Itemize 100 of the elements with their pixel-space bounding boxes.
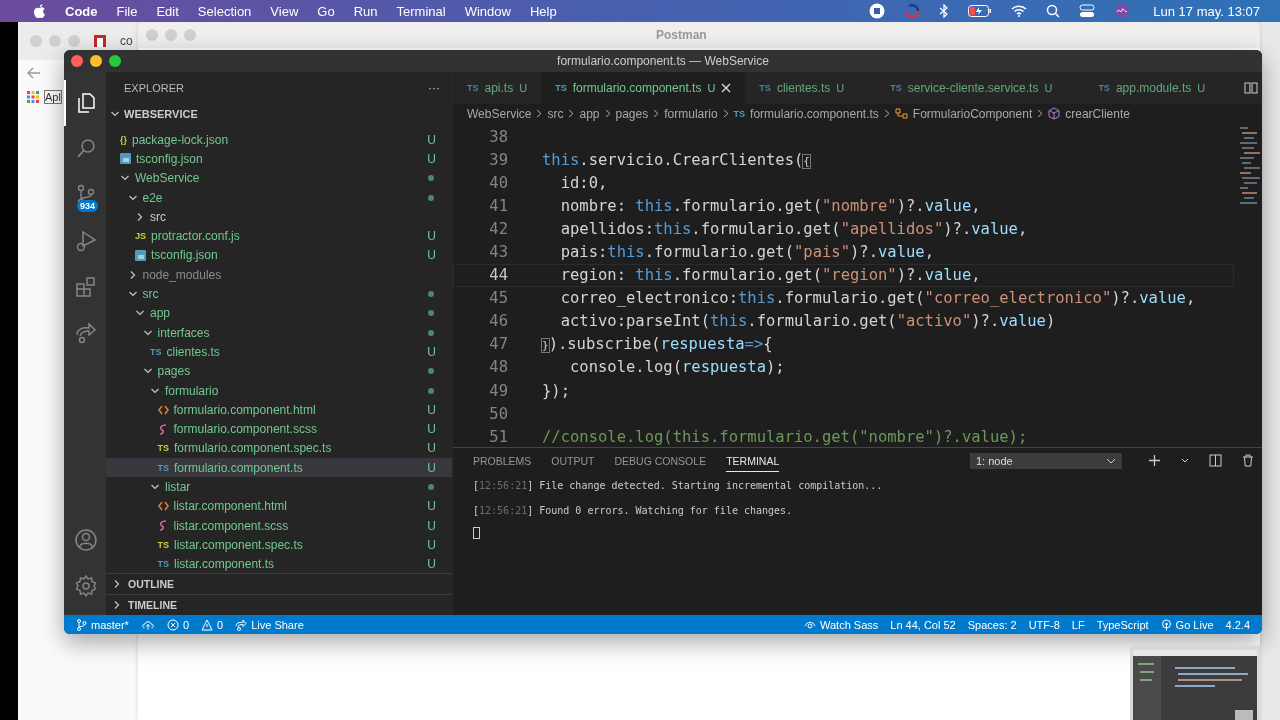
status-item[interactable]: TypeScript	[1096, 618, 1149, 631]
tree-item[interactable]: TS formulario.component.ts U	[106, 458, 452, 478]
status-item[interactable]: Spaces: 2	[967, 618, 1017, 631]
warning-icon	[201, 618, 214, 631]
add-icon[interactable]	[1148, 454, 1161, 467]
panel-tab[interactable]: DEBUG CONSOLE	[614, 449, 707, 472]
stop-icon[interactable]	[869, 3, 886, 19]
panel-tab[interactable]: PROBLEMS	[473, 449, 532, 472]
menu-item[interactable]: File	[116, 3, 138, 19]
live-share-icon	[235, 618, 248, 631]
breadcrumb[interactable]: formulario	[664, 106, 718, 121]
app-menu[interactable]: Code	[65, 3, 98, 19]
editor-tab[interactable]: TS app.module.ts U	[1084, 72, 1220, 104]
status-item[interactable]: UTF-8	[1028, 618, 1060, 631]
more-actions[interactable]: ···	[428, 81, 440, 95]
live-share-icon[interactable]	[74, 321, 98, 345]
editor-tab[interactable]: TS api.ts U	[453, 72, 542, 104]
folder-header[interactable]: WEBSERVICE	[106, 104, 452, 124]
file-name: src	[150, 209, 167, 224]
battery-icon[interactable]	[968, 5, 993, 17]
apple-logo-icon[interactable]	[33, 3, 46, 19]
tree-item[interactable]: listar	[106, 477, 452, 497]
compare-icon[interactable]	[1244, 81, 1258, 95]
menu-item[interactable]: View	[270, 3, 299, 19]
menu-item[interactable]: Selection	[197, 3, 252, 19]
tree-item[interactable]: formulario	[106, 380, 452, 401]
tree-item[interactable]: interfaces	[106, 322, 452, 343]
status-item[interactable]: 0	[166, 618, 190, 631]
browser-tab[interactable]: co	[120, 34, 133, 48]
tree-item[interactable]: node_modules	[106, 265, 452, 285]
bookmark-link[interactable]: Apl	[45, 91, 61, 103]
tree-item[interactable]: WebService	[106, 168, 452, 188]
status-item[interactable]: 4.2.4	[1225, 618, 1250, 631]
tree-item[interactable]: TS formulario.component.spec.ts U	[106, 438, 452, 459]
cloud-icon[interactable]	[140, 619, 155, 630]
breadcrumb[interactable]: FormularioComponent	[912, 106, 1033, 121]
tree-item[interactable]: TS clientes.ts U	[106, 342, 452, 362]
tab-favicon-icon	[94, 35, 106, 47]
account-icon[interactable]	[74, 528, 98, 552]
tree-item[interactable]: TS listar.component.ts U	[106, 554, 452, 573]
terminal-dropdown[interactable]: 1: node	[970, 452, 1122, 469]
collapsed-section[interactable]: OUTLINE	[106, 573, 452, 594]
tree-item[interactable]: tsconfig.json U	[106, 149, 452, 169]
split-icon[interactable]	[1209, 454, 1222, 467]
tree-item[interactable]: TS listar.component.spec.ts U	[106, 535, 452, 555]
tree-item[interactable]: {} package-lock.json U	[106, 130, 452, 150]
menu-item[interactable]: Window	[464, 3, 511, 19]
file-name: listar	[165, 480, 192, 494]
tree-item[interactable]: listar.component.html U	[106, 496, 452, 516]
tree-item[interactable]: JS protractor.conf.js U	[106, 226, 452, 246]
editor-tab[interactable]: TS formulario.component.ts U	[541, 72, 746, 104]
tree-item[interactable]: e2e	[106, 187, 452, 208]
breadcrumb[interactable]: formulario.component.ts	[750, 106, 879, 121]
panel-tab[interactable]: TERMINAL	[726, 449, 780, 472]
menu-item[interactable]: Edit	[156, 3, 179, 19]
status-item[interactable]: master*	[76, 618, 129, 631]
menu-bar-clock[interactable]: Lun 17 may. 13:07	[1153, 3, 1260, 19]
bluetooth-icon[interactable]	[939, 4, 950, 18]
tree-item[interactable]: formulario.component.scss U	[106, 419, 452, 439]
breadcrumb[interactable]: crearCliente	[1065, 106, 1130, 121]
breadcrumb[interactable]: WebService	[467, 106, 532, 121]
git-status: U	[427, 518, 436, 533]
caret-icon[interactable]	[1181, 458, 1189, 463]
tree-item[interactable]: formulario.component.html U	[106, 400, 452, 420]
status-item[interactable]: Go Live	[1160, 618, 1214, 631]
menu-item[interactable]: Go	[317, 3, 335, 19]
editor-tab[interactable]: TS clientes.ts U	[745, 72, 877, 104]
apps-grid-icon[interactable]	[27, 91, 39, 103]
back-arrow-icon[interactable]	[27, 67, 41, 79]
menu-item[interactable]: Help	[529, 3, 557, 19]
breadcrumb[interactable]: pages	[615, 106, 649, 121]
search-icon[interactable]	[1046, 4, 1061, 18]
tree-item[interactable]: app	[106, 303, 452, 323]
tree-item[interactable]: pages	[106, 361, 452, 381]
git-status: U	[427, 537, 436, 552]
tree-item[interactable]: tsconfig.json U	[106, 245, 452, 266]
status-item[interactable]: Live Share	[235, 618, 304, 631]
panel-tab[interactable]: OUTPUT	[551, 449, 595, 472]
tree-item[interactable]: src	[106, 284, 452, 304]
trash-icon[interactable]	[1242, 454, 1254, 467]
tree-item[interactable]: listar.component.scss U	[106, 515, 452, 536]
line-number: 50	[488, 404, 508, 423]
status-item[interactable]: Watch Sass	[804, 618, 879, 631]
status-item[interactable]: Ln 44, Col 52	[890, 618, 956, 631]
run-debug-icon[interactable]	[74, 229, 98, 253]
status-item[interactable]: 0	[201, 618, 224, 631]
close-icon[interactable]	[721, 83, 732, 93]
wifi-icon[interactable]	[1011, 5, 1028, 17]
breadcrumb[interactable]: src	[547, 106, 564, 121]
menu-item[interactable]: Terminal	[396, 3, 446, 19]
control-center-icon[interactable]	[1079, 4, 1096, 18]
siri-icon[interactable]	[1114, 3, 1131, 19]
menu-item[interactable]: Run	[353, 3, 378, 19]
tree-item[interactable]: src	[106, 207, 452, 227]
extensions-icon[interactable]	[74, 275, 98, 299]
status-item[interactable]: LF	[1071, 618, 1085, 631]
breadcrumb[interactable]: app	[579, 106, 600, 121]
count-badge: 934	[77, 200, 99, 212]
settings-icon[interactable]	[74, 574, 98, 598]
editor-tab[interactable]: TS service-cliente.service.ts U	[876, 72, 1085, 104]
